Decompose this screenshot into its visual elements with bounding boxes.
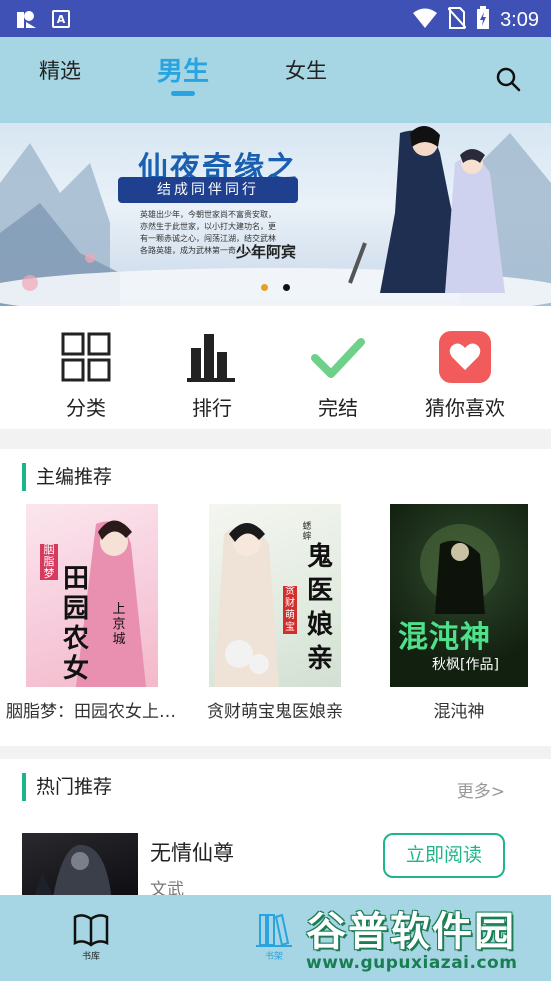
book-title: 贪财萌宝鬼医娘亲 [207,702,343,722]
watermark-overlay: 谷普软件园 www.gupuxiazai.com [302,897,551,981]
bookshelf-icon [254,911,294,949]
check-icon [311,330,365,384]
book-title: 混沌神 [433,702,485,722]
app-notification-icon [14,8,38,30]
promo-banner[interactable]: 仙夜奇缘之 结成同伴同行 英雄出少年，今朝世家尚不富贵安取，亦然生于此世家，以小… [0,123,551,306]
section-title: 主编推荐 [22,463,112,491]
book-card[interactable]: 鬼医娘亲 贪财萌宝 蟋蟀 贪财萌宝鬼医娘亲 [189,504,361,722]
carousel-dot[interactable] [283,284,290,291]
section-title: 热门推荐 [22,773,112,801]
more-link[interactable]: 更多> [457,777,505,802]
grid-icon [59,330,113,384]
editor-picks-section: 主编推荐 胭脂梦 田园农女 上京城 胭脂梦：田园农女上京城 鬼医娘亲 贪财萌宝 [0,449,551,746]
no-sim-icon [447,6,467,34]
book-title: 胭脂梦：田园农女上京城 [6,702,178,722]
quick-entry-ranking[interactable]: 排行 [157,330,267,421]
nav-label: 书库 [81,952,100,962]
cover-title-text: 田园农女 [62,564,89,684]
quick-entry-label: 分类 [66,396,106,420]
list-item[interactable]: 无情仙尊 文武 立即阅读 [22,833,532,903]
book-cover: 胭脂梦 田园农女 上京城 [26,504,158,687]
book-cover: 混沌神 秋枫[作品] [390,504,528,687]
quick-entry-category[interactable]: 分类 [31,330,141,421]
read-now-button[interactable]: 立即阅读 [383,833,505,878]
tab-featured[interactable]: 精选 [39,55,81,85]
wifi-icon [412,7,438,33]
active-tab-indicator [171,91,195,96]
tab-female[interactable]: 女生 [285,55,327,85]
book-open-icon [71,911,111,949]
book-card[interactable]: 胭脂梦 田园农女 上京城 胭脂梦：田园农女上京城 [6,504,178,722]
watermark-url: www.gupuxiazai.com [306,953,518,973]
a-notification-icon: A [52,10,70,28]
carousel-dot-active[interactable] [261,284,268,291]
status-time: 3:09 [500,8,539,31]
cover-subtitle-text: 贪财萌宝 [283,586,297,634]
cover-title-text: 鬼医娘亲 [306,542,333,674]
quick-entry-guess-you-like[interactable]: 猜你喜欢 [410,330,520,421]
book-cover: 鬼医娘亲 贪财萌宝 蟋蟀 [209,504,341,687]
battery-charging-icon [476,6,490,34]
bar-chart-icon [185,330,239,384]
banner-subtitle: 结成同伴同行 [118,177,298,203]
book-card[interactable]: 混沌神 秋枫[作品] 混沌神 [373,504,545,722]
heart-icon [438,330,492,384]
cover-subtitle-text: 上京城 [112,602,126,647]
search-icon[interactable] [494,65,522,93]
watermark-name: 谷普软件园 [306,909,516,955]
book-title: 无情仙尊 [150,841,234,865]
book-cover [22,833,138,903]
quick-entry-label: 排行 [192,396,232,420]
status-bar: A 3:09 [0,0,551,37]
tab-male[interactable]: 男生 [157,51,209,88]
nav-item-bookshelf[interactable]: 书架 [244,911,304,962]
cover-title-text: 混沌神 [398,620,491,655]
nav-item-library[interactable]: 书库 [61,911,121,962]
top-tab-bar: 精选 男生 女生 [0,37,551,123]
hot-picks-section: 热门推荐 更多> 无情仙尊 文武 立即阅读 [0,759,551,903]
banner-signature: 少年阿宾 [236,243,297,261]
quick-entry-bar: 分类 排行 完结 猜你喜欢 [0,306,551,429]
cover-author-mark: 蟋蟀 [302,522,312,542]
quick-entry-completed[interactable]: 完结 [283,330,393,421]
cover-subtitle-text: 秋枫[作品] [432,657,499,673]
nav-label: 书架 [264,952,283,962]
quick-entry-label: 猜你喜欢 [425,396,505,420]
quick-entry-label: 完结 [318,396,358,420]
